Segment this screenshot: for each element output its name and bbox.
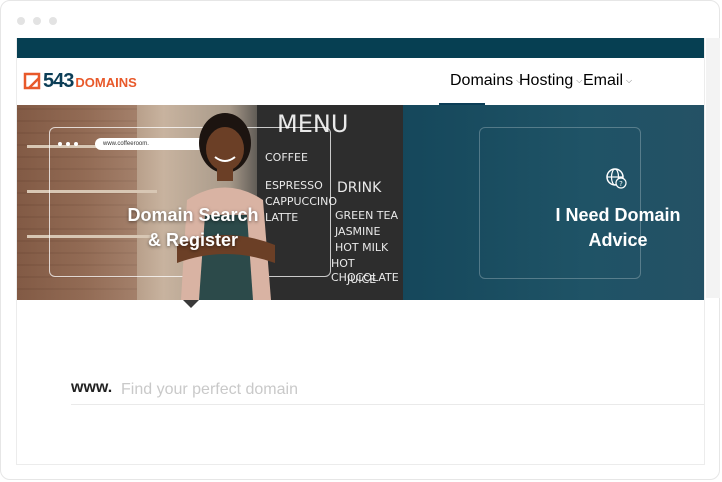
active-panel-pointer-icon — [183, 300, 199, 308]
top-bar — [17, 38, 704, 58]
domain-search-bar: www. — [71, 376, 704, 406]
title-line: & Register — [147, 230, 239, 250]
web-page: 543 DOMAINS Domains ⌵ Hosting ⌵ Email ⌵ … — [16, 38, 705, 465]
mock-dot-icon — [66, 142, 70, 146]
title-line: I Need Domain — [555, 205, 681, 225]
nav-domains[interactable]: Domains ⌵ — [450, 72, 522, 90]
logo-mark-icon — [23, 72, 41, 90]
nav-email[interactable]: Email ⌵ — [583, 72, 632, 90]
site-logo[interactable]: 543 DOMAINS — [23, 70, 137, 92]
chevron-down-icon: ⌵ — [576, 76, 583, 85]
globe-help-icon: ? — [605, 167, 627, 189]
search-prefix: www. — [71, 379, 113, 396]
chevron-down-icon: ⌵ — [626, 76, 633, 85]
title-line: Domain Search — [127, 205, 259, 225]
nav-hosting[interactable]: Hosting ⌵ — [519, 72, 582, 90]
mock-dot-icon — [58, 142, 62, 146]
scrollbar-track[interactable] — [706, 38, 720, 298]
nav-label: Domains — [450, 72, 514, 89]
menu-item: HOT MILK — [335, 241, 389, 254]
menu-item: JASMINE — [335, 225, 381, 238]
menu-item: DRINK — [337, 180, 382, 196]
hero-title-domain-search[interactable]: Domain Search & Register — [113, 203, 273, 253]
mock-dot-icon — [74, 142, 78, 146]
search-underline — [71, 404, 704, 405]
menu-item: JUICE — [347, 273, 377, 286]
window-dot-icon — [49, 17, 57, 25]
site-header: 543 DOMAINS Domains ⌵ Hosting ⌵ Email ⌵ — [17, 58, 704, 105]
nav-label: Hosting — [519, 72, 574, 89]
logo-number: 543 — [43, 69, 74, 92]
title-line: Advice — [588, 230, 648, 250]
window-dot-icon — [17, 17, 25, 25]
nav-label: Email — [583, 72, 624, 89]
logo-word: DOMAINS — [75, 75, 137, 90]
hero-banner: MENU COFFEE ESPRESSO CAPPUCCINO LATTE DR… — [17, 105, 704, 300]
domain-search-input[interactable] — [121, 376, 704, 404]
menu-item: GREEN TEA — [335, 209, 398, 222]
hero-title-domain-advice[interactable]: I Need Domain Advice — [533, 203, 703, 253]
hero-panel-domain-advice[interactable]: ? I Need Domain Advice — [403, 105, 704, 300]
hero-panel-domain-search[interactable]: MENU COFFEE ESPRESSO CAPPUCCINO LATTE DR… — [17, 105, 403, 300]
svg-text:?: ? — [619, 180, 623, 188]
window-dot-icon — [33, 17, 41, 25]
